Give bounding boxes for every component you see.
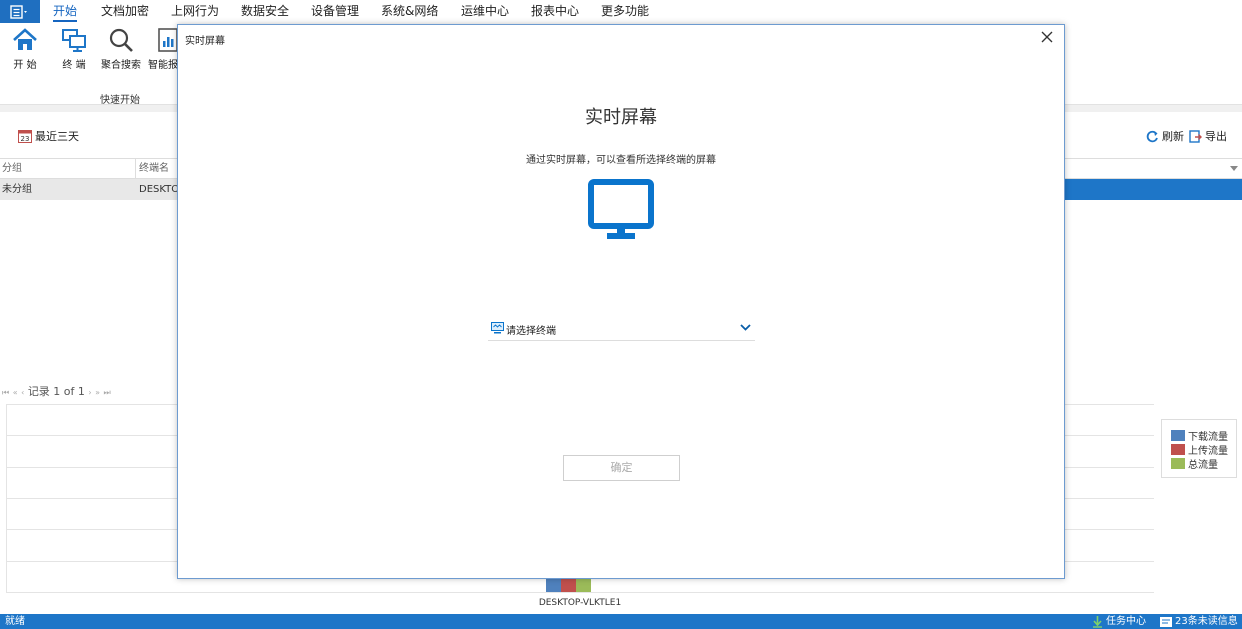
chevron-down-icon[interactable] [740, 324, 751, 331]
menu-icon [10, 4, 27, 19]
row-selection-highlight [1064, 179, 1242, 200]
date-range-button[interactable]: 23 最近三天 [18, 128, 79, 144]
search-icon [109, 28, 133, 52]
message-icon [1160, 616, 1172, 627]
pager: ⏮ « ‹ 记录 1 of 1 › » ⏭ [2, 383, 111, 399]
chart-bar-1 [560, 579, 576, 592]
realtime-screen-dialog: 实时屏幕 实时屏幕 通过实时屏幕，可以查看所选择终端的屏幕 请选择终端 确定 [177, 24, 1065, 579]
ribbon-start-label: 开 始 [13, 60, 37, 71]
chart-legend: 下载流量 上传流量 总流量 [1161, 419, 1237, 478]
terminal-select-placeholder: 请选择终端 [506, 326, 556, 337]
record-count: 记录 1 of 1 [27, 385, 85, 398]
ribbon-report-label: 智能报 [148, 60, 178, 71]
ribbon-terminals-label: 终 端 [62, 60, 86, 71]
chart-gridline [6, 592, 1154, 593]
status-bar: 就绪 任务中心 23条未读信息 [0, 614, 1242, 629]
legend-swatch-upload [1171, 443, 1185, 455]
ribbon-search-button[interactable]: 聚合搜索 [97, 27, 145, 71]
ribbon-search-label: 聚合搜索 [101, 60, 141, 71]
dropdown-arrow-icon[interactable] [1230, 166, 1238, 172]
refresh-icon [1146, 130, 1158, 142]
app-menu-button[interactable] [0, 0, 40, 23]
menu-start[interactable]: 开始 [53, 0, 78, 23]
home-icon [13, 28, 37, 50]
legend-label-total: 总流量 [1188, 459, 1218, 471]
last-page-icon[interactable]: ⏭ [104, 388, 111, 397]
dialog-title: 实时屏幕 [185, 36, 225, 47]
legend-item-download: 下载流量 [1171, 428, 1236, 443]
refresh-label: 刷新 [1162, 130, 1184, 143]
menu-bar: 开始 文档加密 上网行为 数据安全 设备管理 系统&网络 运维中心 报表中心 更… [0, 0, 1242, 23]
legend-label-upload: 上传流量 [1188, 445, 1228, 457]
menu-ops-center[interactable]: 运维中心 [461, 0, 509, 23]
menu-data-security[interactable]: 数据安全 [241, 0, 289, 23]
unread-messages-label: 23条未读信息 [1175, 616, 1238, 627]
menu-doc-encryption[interactable]: 文档加密 [101, 0, 149, 23]
chart-bar-2 [575, 579, 591, 592]
dialog-heading: 实时屏幕 [585, 107, 657, 128]
monitor-icon [588, 179, 654, 239]
legend-label-download: 下载流量 [1188, 431, 1228, 443]
task-center-button[interactable]: 任务中心 [1092, 614, 1146, 629]
legend-swatch-download [1171, 429, 1185, 441]
menu-more-features[interactable]: 更多功能 [601, 0, 649, 23]
next-icon[interactable]: › [88, 388, 91, 397]
close-icon[interactable] [1040, 30, 1054, 44]
cell-terminal-name: DESKTO [139, 184, 180, 195]
column-group[interactable]: 分组 [0, 159, 136, 179]
status-text: 就绪 [5, 616, 25, 627]
ribbon-start-button[interactable]: 开 始 [1, 27, 49, 71]
menu-device-management[interactable]: 设备管理 [311, 0, 359, 23]
ribbon-report-button[interactable]: 智能报 [145, 27, 179, 71]
ribbon-terminals-button[interactable]: 终 端 [50, 27, 98, 71]
legend-item-upload: 上传流量 [1171, 442, 1236, 457]
export-icon [1189, 129, 1202, 143]
next-page-icon[interactable]: » [95, 388, 100, 397]
menu-internet-behavior[interactable]: 上网行为 [171, 0, 219, 23]
dialog-description: 通过实时屏幕，可以查看所选择终端的屏幕 [526, 155, 716, 166]
first-page-icon[interactable]: ⏮ [2, 388, 9, 397]
menu-report-center[interactable]: 报表中心 [531, 0, 579, 23]
chart-x-tick-label: DESKTOP-VLKTLE1 [538, 598, 622, 608]
cell-group: 未分组 [2, 184, 32, 195]
menu-system-network[interactable]: 系统&网络 [381, 0, 438, 23]
date-range-label: 最近三天 [35, 130, 79, 143]
prev-page-icon[interactable]: « [13, 388, 18, 397]
terminal-select[interactable]: 请选择终端 [488, 318, 755, 341]
download-arrow-icon [1093, 615, 1102, 628]
legend-swatch-total [1171, 457, 1185, 469]
legend-item-total: 总流量 [1171, 456, 1236, 471]
chart-bar-0 [545, 579, 561, 592]
task-center-label: 任务中心 [1106, 616, 1146, 627]
unread-messages-button[interactable]: 23条未读信息 [1160, 614, 1238, 629]
report-icon [158, 28, 178, 52]
calendar-icon: 23 [18, 130, 32, 143]
ribbon-group-label: 快速开始 [100, 95, 140, 106]
calendar-day: 23 [21, 135, 30, 143]
export-button[interactable]: 导出 [1189, 128, 1227, 144]
terminal-icon [491, 322, 504, 334]
prev-icon[interactable]: ‹ [21, 388, 24, 397]
export-label: 导出 [1205, 130, 1227, 143]
terminals-icon [62, 29, 86, 52]
refresh-button[interactable]: 刷新 [1146, 128, 1184, 144]
confirm-button[interactable]: 确定 [563, 455, 680, 481]
